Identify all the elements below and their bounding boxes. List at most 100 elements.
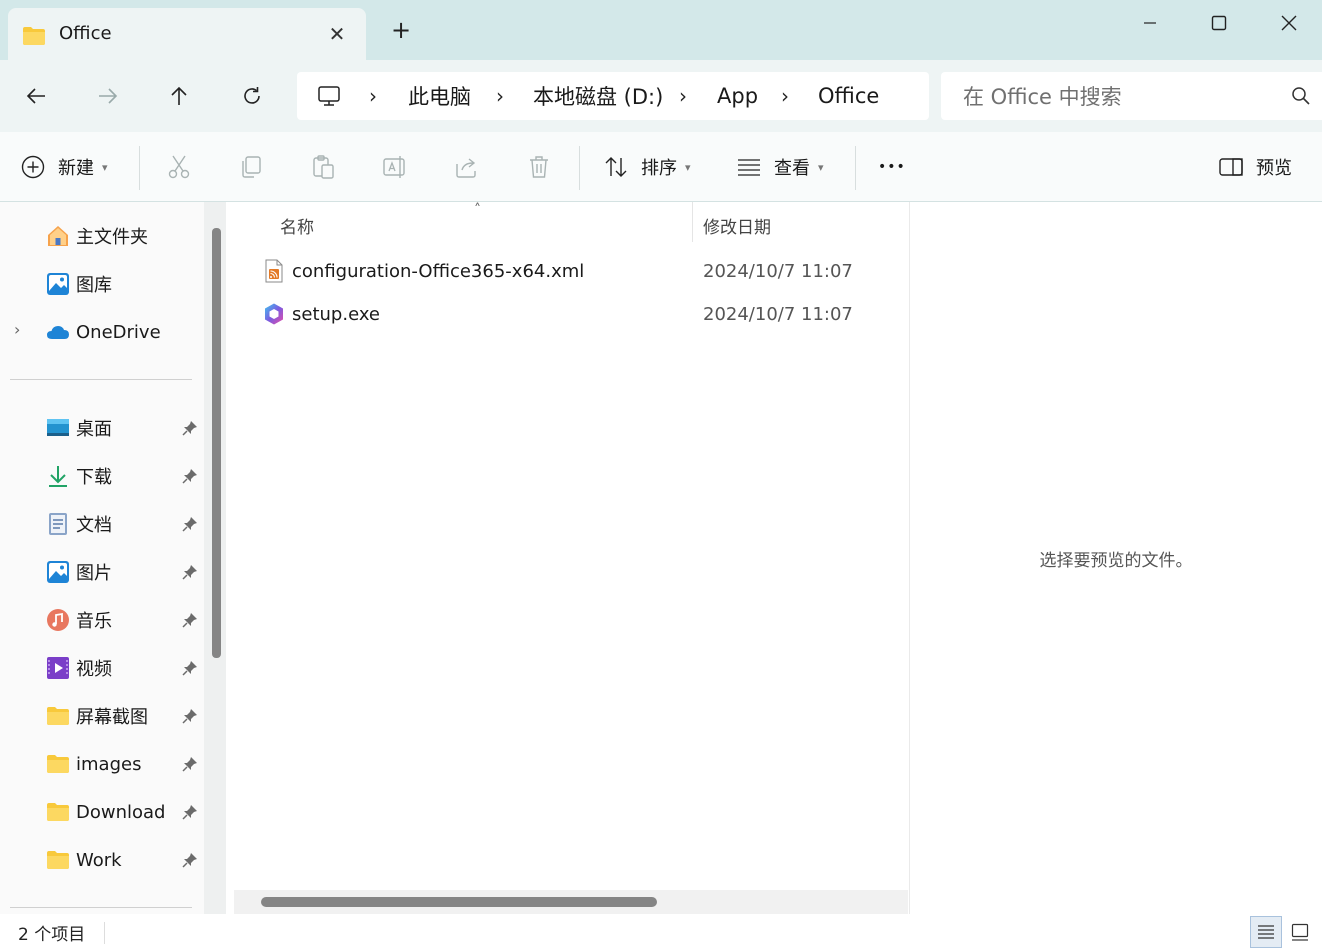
file-modified-date: 2024/10/7 11:07 bbox=[703, 260, 853, 282]
horizontal-scrollbar-thumb[interactable] bbox=[261, 897, 657, 907]
sidebar-item-label: 视频 bbox=[76, 659, 112, 680]
sidebar-item-onedrive[interactable]: OneDrive bbox=[46, 316, 161, 348]
toolbar-divider bbox=[579, 146, 580, 190]
tab-office[interactable]: Office ✕ bbox=[8, 8, 366, 60]
close-tab-icon[interactable]: ✕ bbox=[326, 22, 348, 46]
sort-button[interactable]: 排序 ▾ bbox=[603, 149, 691, 185]
column-divider[interactable] bbox=[692, 202, 693, 242]
view-list-icon bbox=[738, 159, 760, 176]
chevron-right-icon[interactable]: › bbox=[496, 72, 504, 120]
minimize-icon bbox=[1144, 22, 1156, 24]
chevron-right-icon[interactable]: › bbox=[679, 72, 687, 120]
maximize-button[interactable] bbox=[1196, 8, 1242, 38]
copy-icon[interactable] bbox=[238, 154, 264, 180]
pin-icon[interactable] bbox=[182, 516, 198, 532]
preview-pane-button[interactable]: 预览 bbox=[1218, 149, 1292, 185]
breadcrumb-item[interactable]: 本地磁盘 (D:) bbox=[533, 72, 663, 120]
up-button[interactable] bbox=[161, 78, 197, 114]
back-button[interactable] bbox=[18, 78, 54, 114]
sidebar-item-gallery[interactable]: 图库 bbox=[46, 268, 112, 300]
office-setup-icon bbox=[265, 303, 283, 325]
breadcrumb-item-current[interactable]: Office bbox=[818, 72, 879, 120]
forward-button[interactable] bbox=[90, 78, 126, 114]
sort-ascending-icon: ˄ bbox=[474, 202, 481, 218]
sidebar-item-music[interactable]: 音乐 bbox=[46, 604, 112, 636]
refresh-button[interactable] bbox=[234, 78, 270, 114]
arrow-left-icon bbox=[26, 88, 45, 104]
sidebar-item-desktop[interactable]: 桌面 bbox=[46, 412, 112, 444]
pin-icon[interactable] bbox=[182, 708, 198, 724]
sidebar-item-label: 主文件夹 bbox=[76, 227, 148, 248]
new-tab-button[interactable]: + bbox=[386, 18, 416, 42]
large-icons-view-button[interactable] bbox=[1284, 916, 1316, 948]
status-divider bbox=[104, 922, 105, 944]
close-window-button[interactable] bbox=[1266, 8, 1312, 38]
minimize-button[interactable] bbox=[1127, 8, 1173, 38]
pin-icon[interactable] bbox=[182, 420, 198, 436]
onedrive-icon bbox=[46, 320, 70, 344]
pin-icon[interactable] bbox=[182, 852, 198, 868]
breadcrumb-item[interactable]: App bbox=[717, 72, 758, 120]
sidebar-item-documents[interactable]: 文档 bbox=[46, 508, 112, 540]
sidebar-item-label: Work bbox=[76, 849, 122, 871]
pin-icon[interactable] bbox=[182, 612, 198, 628]
rename-icon[interactable] bbox=[382, 154, 408, 180]
sidebar-item-label: 音乐 bbox=[76, 611, 112, 632]
chevron-right-icon[interactable]: › bbox=[369, 72, 377, 120]
file-name: configuration-Office365-x64.xml bbox=[292, 260, 585, 282]
preview-pane-icon bbox=[1219, 158, 1243, 176]
folder-icon bbox=[46, 752, 70, 776]
sidebar-item-videos[interactable]: 视频 bbox=[46, 652, 112, 684]
maximize-icon bbox=[1211, 15, 1227, 31]
file-row[interactable]: configuration-Office365-x64.xml 2024/10/… bbox=[234, 251, 904, 291]
pin-icon[interactable] bbox=[182, 660, 198, 676]
chevron-down-icon: ▾ bbox=[102, 160, 108, 174]
music-icon bbox=[46, 608, 70, 632]
gallery-icon bbox=[46, 272, 70, 296]
column-header-name[interactable]: 名称 bbox=[280, 210, 314, 240]
details-view-button[interactable] bbox=[1250, 916, 1282, 948]
this-pc-icon[interactable] bbox=[317, 72, 341, 120]
refresh-icon bbox=[244, 87, 260, 104]
expand-chevron-icon[interactable]: › bbox=[14, 320, 20, 339]
sidebar-scrollbar-thumb[interactable] bbox=[212, 228, 221, 658]
command-bar: 新建 ▾ 排序 ▾ 查看 ▾ ••• 预览 bbox=[0, 132, 1322, 202]
search-box[interactable]: 在 Office 中搜索 bbox=[941, 72, 1322, 120]
sidebar-item-images[interactable]: images bbox=[46, 748, 141, 780]
videos-icon bbox=[46, 656, 70, 680]
item-count: 2 个项目 bbox=[18, 925, 86, 945]
pin-icon[interactable] bbox=[182, 756, 198, 772]
pin-icon[interactable] bbox=[182, 468, 198, 484]
search-icon[interactable] bbox=[1291, 86, 1311, 110]
documents-icon bbox=[46, 512, 70, 536]
sidebar-item-label: 下载 bbox=[76, 467, 112, 488]
new-button[interactable]: 新建 ▾ bbox=[20, 149, 108, 185]
column-header-modified[interactable]: 修改日期 bbox=[703, 210, 771, 240]
navigation-bar: › 此电脑 › 本地磁盘 (D:) › App › Office 在 Offic… bbox=[0, 60, 1322, 132]
sidebar-item-downloads[interactable]: 下载 bbox=[46, 460, 112, 492]
pin-icon[interactable] bbox=[182, 804, 198, 820]
delete-icon[interactable] bbox=[526, 154, 552, 180]
paste-icon[interactable] bbox=[310, 154, 336, 180]
sidebar-item-screenshots[interactable]: 屏幕截图 bbox=[46, 700, 148, 732]
address-bar[interactable]: › 此电脑 › 本地磁盘 (D:) › App › Office bbox=[297, 72, 929, 120]
more-options-button[interactable]: ••• bbox=[878, 149, 906, 185]
view-button[interactable]: 查看 ▾ bbox=[736, 149, 824, 185]
cut-icon[interactable] bbox=[166, 154, 192, 180]
sidebar-item-label: OneDrive bbox=[76, 321, 161, 343]
sidebar-item-home[interactable]: 主文件夹 bbox=[46, 220, 148, 252]
search-input[interactable]: 在 Office 中搜索 bbox=[963, 72, 1122, 120]
sidebar-item-download[interactable]: Download bbox=[46, 796, 165, 828]
add-circle-icon bbox=[21, 155, 45, 179]
sidebar-item-work[interactable]: Work bbox=[46, 844, 122, 876]
large-icons-view-icon bbox=[1291, 923, 1309, 941]
share-icon[interactable] bbox=[454, 154, 480, 180]
sidebar-item-label: 图库 bbox=[76, 275, 112, 296]
chevron-right-icon[interactable]: › bbox=[781, 72, 789, 120]
folder-icon bbox=[22, 26, 46, 50]
breadcrumb-item[interactable]: 此电脑 bbox=[408, 72, 471, 120]
pin-icon[interactable] bbox=[182, 564, 198, 580]
sidebar-item-pictures[interactable]: 图片 bbox=[46, 556, 112, 588]
pictures-icon bbox=[46, 560, 70, 584]
file-row[interactable]: setup.exe 2024/10/7 11:07 bbox=[234, 294, 904, 334]
